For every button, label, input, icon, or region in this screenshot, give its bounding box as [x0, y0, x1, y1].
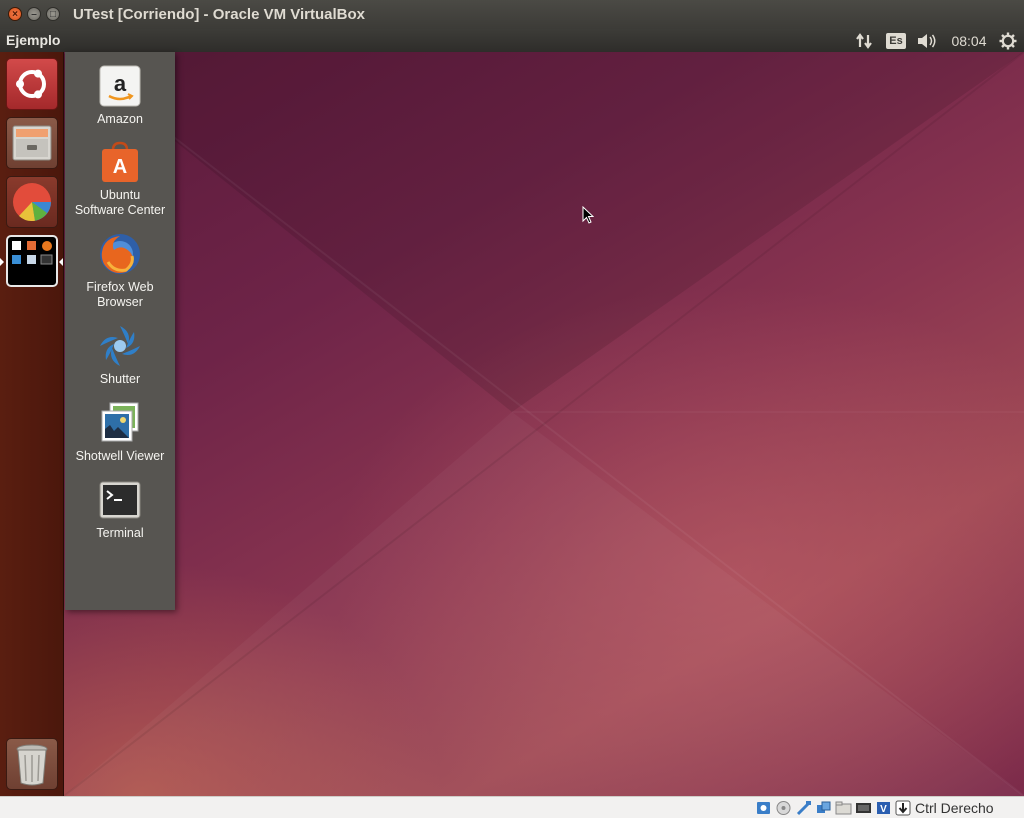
- wallpaper-pattern: [64, 52, 1024, 796]
- vbox-device-icons: V: [755, 799, 912, 817]
- app-software-center[interactable]: A Ubuntu Software Center: [65, 140, 175, 218]
- terminal-icon: [99, 481, 141, 519]
- launcher-trash-button[interactable]: [6, 738, 58, 790]
- shotwell-icon: [101, 402, 139, 442]
- clock-label: 08:04: [951, 32, 987, 49]
- software-center-icon: A: [102, 141, 138, 182]
- window-titlebar: × – □ UTest [Corriendo] - Oracle VM Virt…: [0, 0, 1024, 29]
- pie-chart-icon: [13, 183, 51, 221]
- host-key-indicator[interactable]: Ctrl Derecho: [895, 800, 994, 816]
- launcher-dash-button[interactable]: [6, 58, 58, 110]
- clock-indicator[interactable]: 08:04: [946, 29, 992, 52]
- usb-icon[interactable]: [795, 800, 812, 816]
- app-label: Amazon: [97, 112, 143, 126]
- hard-disk-icon[interactable]: [755, 800, 772, 816]
- firefox-icon: [100, 234, 140, 274]
- keyboard-layout-badge: Es: [886, 32, 906, 49]
- mouse-pointer-icon: [582, 206, 594, 224]
- trash-icon: [16, 744, 48, 786]
- top-panel: Ejemplo Es 08:04: [0, 29, 1024, 52]
- keyboard-indicator[interactable]: Es: [884, 29, 908, 52]
- svg-text:V: V: [880, 804, 887, 815]
- workspace-thumbnail-icon: [12, 241, 53, 265]
- panel-app-name: Ejemplo: [6, 32, 61, 48]
- launcher-impress-button[interactable]: [6, 176, 58, 228]
- app-shotwell[interactable]: Shotwell Viewer: [65, 401, 175, 464]
- session-menu[interactable]: [996, 29, 1020, 52]
- display-icon[interactable]: [855, 800, 872, 816]
- app-label: Firefox Web Browser: [86, 280, 154, 309]
- window-minimize-button[interactable]: –: [27, 7, 41, 21]
- file-cabinet-icon: [12, 125, 52, 161]
- launcher-running-indicator: [0, 258, 4, 266]
- network-transfer-icon: [856, 32, 872, 49]
- desktop[interactable]: [64, 52, 1024, 796]
- svg-text:a: a: [114, 71, 127, 96]
- network-adapter-icon[interactable]: [815, 800, 832, 816]
- launcher: [0, 52, 64, 796]
- window-close-button[interactable]: ×: [8, 7, 22, 21]
- window-maximize-button[interactable]: □: [46, 7, 60, 21]
- window-title: UTest [Corriendo] - Oracle VM VirtualBox: [73, 6, 365, 23]
- host-key-label: Ctrl Derecho: [915, 800, 994, 816]
- app-label: Shutter: [99, 372, 141, 386]
- optical-drive-icon[interactable]: [775, 800, 792, 816]
- volume-icon: [918, 33, 936, 48]
- sound-indicator[interactable]: [914, 29, 940, 52]
- launcher-files-button[interactable]: [6, 117, 58, 169]
- svg-text:A: A: [113, 156, 127, 178]
- app-amazon[interactable]: a Amazon: [65, 64, 175, 127]
- launcher-workspace-switcher[interactable]: [6, 235, 58, 287]
- host-key-arrow-icon: [895, 800, 911, 816]
- shutter-icon: [100, 326, 140, 366]
- app-firefox[interactable]: Firefox Web Browser: [65, 232, 175, 310]
- vbox-statusbar: V Ctrl Derecho: [0, 796, 1024, 818]
- gear-icon: [999, 32, 1017, 49]
- apps-drawer: a Amazon A Ubuntu Software Center Firefo…: [65, 52, 175, 610]
- app-terminal[interactable]: Terminal: [65, 478, 175, 541]
- app-shutter[interactable]: Shutter: [65, 324, 175, 387]
- app-label: Terminal: [96, 526, 144, 540]
- launcher-focus-indicator: [59, 258, 63, 266]
- shared-folders-icon[interactable]: [835, 800, 852, 816]
- network-indicator[interactable]: [852, 29, 876, 52]
- app-label: Shotwell Viewer: [75, 449, 165, 463]
- amazon-icon: a: [99, 65, 141, 107]
- ubuntu-logo-icon: [16, 69, 46, 99]
- app-label: Ubuntu Software Center: [74, 188, 166, 217]
- virtualization-icon[interactable]: V: [875, 800, 892, 816]
